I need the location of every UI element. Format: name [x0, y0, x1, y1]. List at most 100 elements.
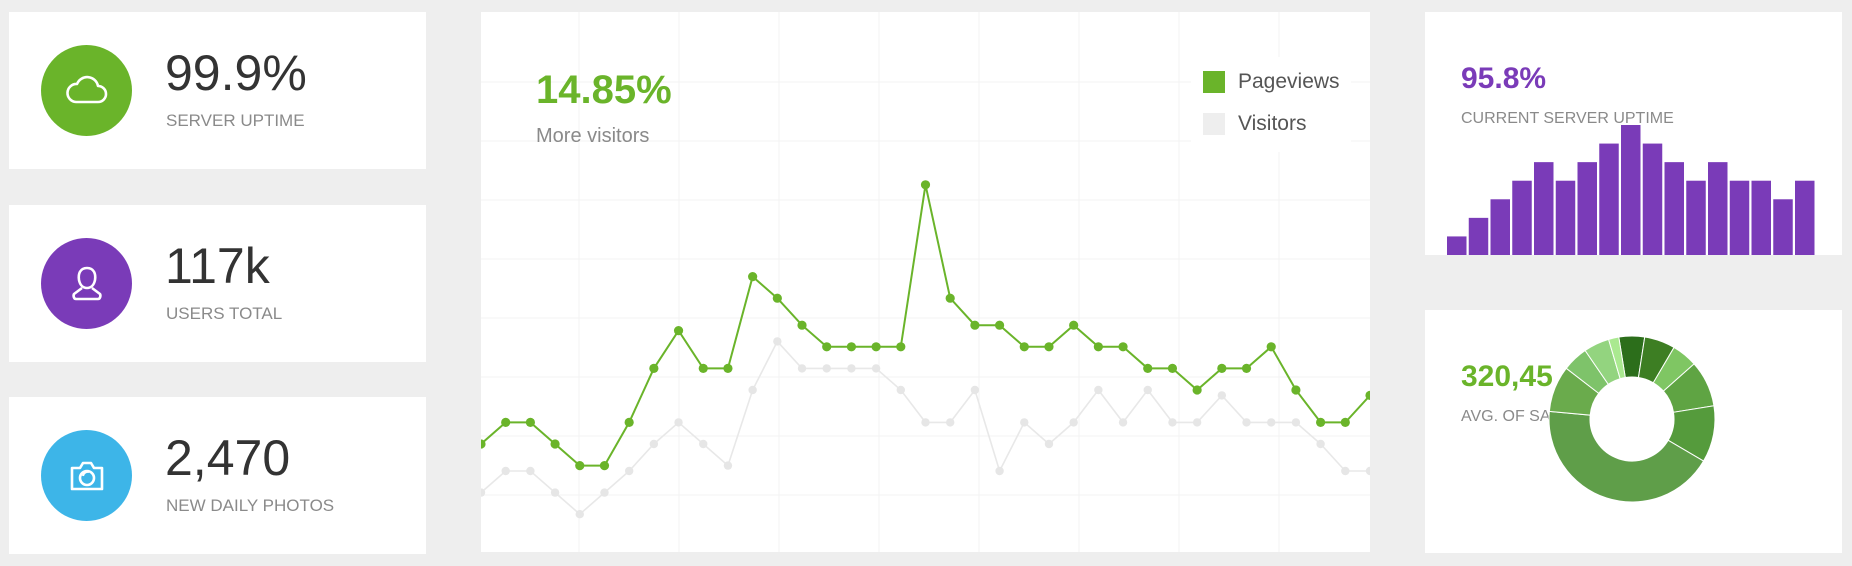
pageviews-point: [1266, 342, 1276, 352]
visitors-point: [1020, 418, 1029, 427]
stat-value: 117k: [165, 238, 270, 294]
visitors-point: [1365, 466, 1370, 476]
pageviews-point: [1019, 342, 1029, 352]
visitors-point: [1267, 418, 1276, 427]
visitors-point: [1217, 391, 1227, 400]
uptime-bar: [1686, 180, 1706, 255]
pageviews-point: [846, 342, 857, 352]
visitors-point: [1168, 418, 1177, 427]
stat-value: 2,470: [165, 430, 291, 486]
pageviews-point: [599, 461, 610, 471]
visitors-point: [699, 439, 708, 449]
server-uptime-card: 95.8% CURRENT SERVER UPTIME: [1425, 12, 1842, 255]
visitors-point: [649, 439, 659, 449]
visitors-series-line: [481, 340, 1370, 516]
pageviews-point: [994, 320, 1005, 330]
uptime-bar: [1468, 217, 1489, 255]
visitors-point: [1118, 418, 1128, 427]
pageviews-point: [525, 417, 535, 427]
visitors-point: [1192, 418, 1202, 427]
stat-card-users: 117k USERS TOTAL: [9, 205, 426, 362]
uptime-bar-chart: [1447, 125, 1815, 255]
legend-swatch: [1203, 113, 1225, 135]
camera-icon: [41, 430, 132, 521]
pageviews-point: [1143, 363, 1153, 373]
visitors-point: [921, 418, 930, 427]
visitors-point: [575, 510, 584, 519]
visitors-point: [624, 466, 634, 476]
uptime-bar: [1708, 162, 1728, 255]
pageviews-point: [673, 326, 684, 336]
pageviews-point: [970, 320, 980, 330]
uptime-bar: [1729, 180, 1750, 255]
visitors-point: [797, 364, 807, 373]
pageviews-point: [871, 342, 881, 352]
stat-card-photos: 2,470 NEW DAILY PHOTOS: [9, 397, 426, 554]
pageviews-point: [748, 272, 758, 282]
visitors-chart-card: 14.85% More visitors Pageviews Visitors: [481, 12, 1370, 552]
uptime-bar: [1751, 180, 1771, 255]
stat-label: USERS TOTAL: [166, 304, 283, 323]
visitors-point: [1291, 418, 1301, 427]
visitors-point: [995, 466, 1004, 476]
visitors-point: [501, 466, 510, 476]
pageviews-point: [1291, 385, 1301, 395]
uptime-bar: [1642, 143, 1663, 255]
pageviews-point: [1217, 363, 1227, 373]
pageviews-point: [649, 363, 659, 373]
visitors-point: [600, 488, 609, 497]
pageviews-point: [1167, 363, 1178, 373]
visitors-point: [1242, 418, 1251, 427]
pageviews-point: [550, 439, 560, 449]
pageviews-point: [1093, 342, 1103, 352]
legend-label: Pageviews: [1238, 70, 1340, 93]
visitors-point: [1044, 439, 1054, 449]
pageviews-point: [723, 363, 733, 373]
stat-value: 99.9%: [165, 45, 307, 101]
pageviews-point: [920, 180, 931, 190]
cloud-icon: [41, 45, 132, 136]
pageviews-point: [896, 342, 906, 352]
visitors-point: [748, 385, 757, 395]
pageviews-point: [1069, 320, 1079, 330]
uptime-bar: [1577, 162, 1597, 255]
pageviews-point: [945, 293, 955, 303]
visitors-point: [550, 488, 560, 497]
pageviews-point: [698, 363, 708, 373]
uptime-bar: [1795, 180, 1815, 255]
pageviews-point: [624, 417, 634, 427]
uptime-bar: [1664, 162, 1684, 255]
stat-label: NEW DAILY PHOTOS: [166, 496, 335, 515]
visitors-point: [1094, 385, 1103, 395]
pageviews-point: [1340, 417, 1350, 427]
visitors-point: [723, 461, 733, 470]
visitors-point: [1069, 418, 1078, 427]
legend-item-pageviews[interactable]: Pageviews: [1203, 70, 1340, 94]
pageviews-point: [1044, 342, 1054, 352]
pageviews-point: [1192, 385, 1202, 395]
pageviews-point: [797, 320, 807, 330]
visitors-point: [1341, 466, 1350, 476]
uptime-bar: [1621, 125, 1641, 255]
visitors-point: [847, 364, 856, 373]
chart-legend: Pageviews Visitors: [1191, 57, 1351, 152]
pageviews-point: [1118, 342, 1128, 352]
pageviews-point: [1316, 417, 1326, 427]
pageviews-point: [822, 342, 832, 352]
visitors-point: [1143, 385, 1152, 395]
pageviews-point: [575, 461, 585, 471]
visitors-point: [871, 364, 881, 373]
visitors-subtitle: More visitors: [536, 125, 650, 147]
visitors-point: [945, 418, 955, 427]
visitors-point: [896, 385, 906, 395]
sales-card: 320,45 AVG. OF SALES: [1425, 310, 1842, 553]
visitors-point: [1316, 439, 1325, 449]
uptime-bar: [1512, 180, 1532, 255]
pageviews-point: [772, 293, 782, 303]
stat-label: SERVER UPTIME: [166, 111, 305, 130]
uptime-bar: [1555, 180, 1576, 255]
visitors-point: [526, 466, 535, 476]
visitors-point: [970, 385, 980, 395]
legend-item-visitors[interactable]: Visitors: [1203, 112, 1306, 136]
user-icon: [41, 238, 132, 329]
